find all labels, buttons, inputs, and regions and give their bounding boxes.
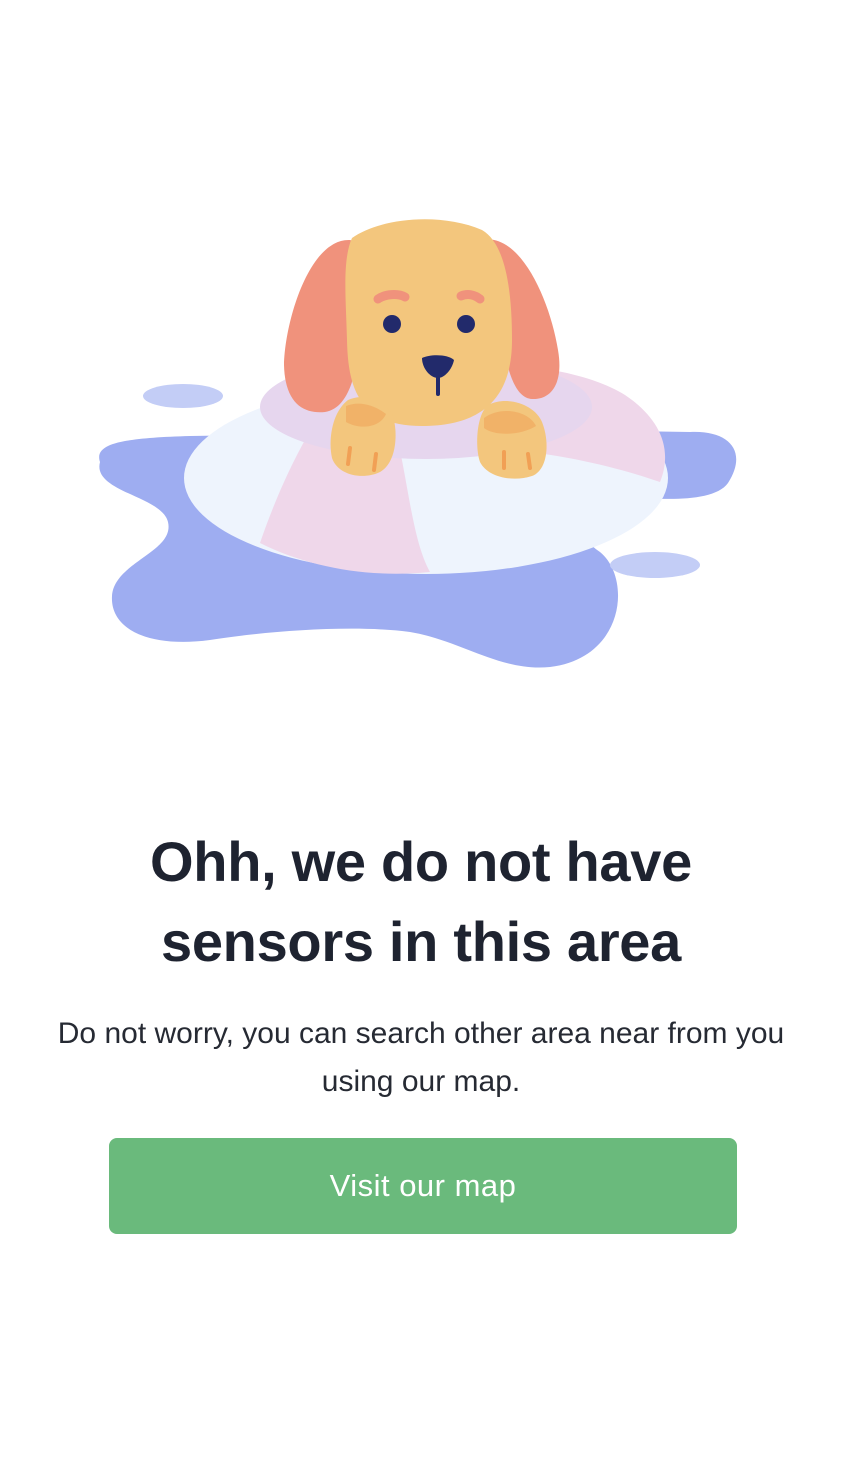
empty-state-description: Do not worry, you can search other area … <box>57 1017 785 1098</box>
dog-eyebrow-right <box>456 290 485 304</box>
dog-toe-line <box>346 446 352 466</box>
empty-state-title: Ohh, we do not have sensors in this area <box>150 830 692 973</box>
dog-eyebrow-left <box>373 290 410 304</box>
dog-eye-left <box>383 315 401 333</box>
dog-head <box>345 219 512 427</box>
water-blob <box>610 552 700 578</box>
dog-toe-line <box>372 452 378 472</box>
water-blob <box>143 384 223 408</box>
dog-eye-right <box>457 315 475 333</box>
dog-toe-line <box>526 452 532 470</box>
visit-map-button[interactable]: Visit our map <box>109 1138 737 1234</box>
dog-in-swim-ring-illustration <box>80 200 760 680</box>
empty-state-screen: Ohh, we do not have sensors in this area… <box>0 0 842 1466</box>
